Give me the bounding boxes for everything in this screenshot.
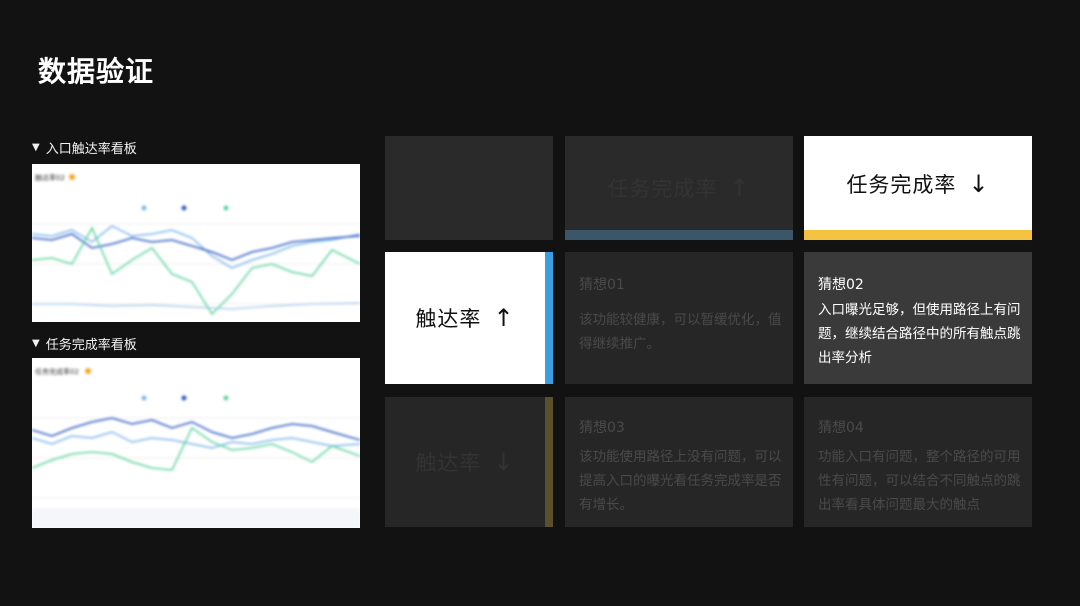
- card-reach-rate-faded: 触达率 ↓: [385, 397, 553, 527]
- legend-dot-1: [141, 395, 147, 401]
- task-chart: 任务完成率02: [32, 358, 360, 528]
- reach-chart-svg: 触达率02: [32, 173, 360, 316]
- caret-down-icon: ▼: [32, 338, 40, 349]
- legend-dot-3: [223, 395, 229, 401]
- chart-title: 任务完成率02: [35, 367, 79, 376]
- chart-badge-dot: [69, 174, 75, 180]
- arrow-up-icon: ↑: [493, 304, 515, 332]
- chart-badge-dot: [85, 368, 91, 374]
- card-guess-02[interactable]: 猜想02 入口曝光足够，但使用路径上有问题，继续结合路径中的所有触点跳出率分析: [804, 252, 1032, 384]
- series-line-3: [32, 426, 360, 471]
- arrow-down-icon: ↓: [493, 448, 515, 476]
- faded-metric-label: 任务完成率: [607, 177, 718, 201]
- x-axis-band: [32, 508, 360, 528]
- reach-rate-label: 触达率: [415, 307, 482, 331]
- task-chart-svg: 任务完成率02: [32, 367, 360, 528]
- chart-title: 触达率02: [35, 173, 65, 182]
- card-task-rate-faded: 任务完成率 ↑: [565, 136, 793, 240]
- card-empty-top-left: [385, 136, 553, 240]
- legend-dot-3: [223, 205, 229, 211]
- guess-title: 猜想02: [818, 277, 864, 293]
- accent-bar: [545, 252, 553, 384]
- guess-title: 猜想03: [579, 420, 625, 436]
- page-title: 数据验证: [38, 55, 155, 88]
- guess-title: 猜想01: [579, 277, 625, 293]
- guess-body: 该功能使用路径上没有问题，可以提高入口的曝光看任务完成率是否有增长。: [579, 449, 782, 513]
- board-label-reach[interactable]: ▼ 入口触达率看板: [32, 138, 137, 157]
- accent-bar: [565, 230, 793, 240]
- legend-dot-2: [181, 395, 187, 401]
- reach-chart: 触达率02: [32, 164, 360, 322]
- board-label-text: 入口触达率看板: [45, 142, 137, 157]
- card-guess-01[interactable]: 猜想01 该功能较健康，可以暂缓优化，值得继续推广。: [565, 252, 793, 384]
- accent-bar: [804, 230, 1032, 240]
- card-guess-03[interactable]: 猜想03 该功能使用路径上没有问题，可以提高入口的曝光看任务完成率是否有增长。: [565, 397, 793, 527]
- task-rate-label: 任务完成率: [846, 173, 957, 197]
- arrow-up-icon: ↑: [729, 174, 751, 202]
- card-reach-rate[interactable]: 触达率 ↑: [385, 252, 553, 384]
- series-line-2: [32, 431, 360, 449]
- board-label-task[interactable]: ▼ 任务完成率看板: [32, 334, 137, 353]
- guess-title: 猜想04: [818, 420, 864, 436]
- guess-body: 入口曝光足够，但使用路径上有问题，继续结合路径中的所有触点跳出率分析: [818, 302, 1021, 366]
- legend-dot-2: [181, 205, 187, 211]
- faded-metric-label: 触达率: [415, 451, 482, 475]
- legend-dot-1: [141, 205, 147, 211]
- card-guess-04[interactable]: 猜想04 功能入口有问题，整个路径的可用性有问题，可以结合不同触点的跳出率看具体…: [804, 397, 1032, 527]
- arrow-down-icon: ↓: [968, 170, 990, 198]
- board-label-text: 任务完成率看板: [45, 338, 137, 353]
- accent-bar: [545, 397, 553, 527]
- guess-body: 功能入口有问题，整个路径的可用性有问题，可以结合不同触点的跳出率看具体问题最大的…: [818, 449, 1021, 513]
- caret-down-icon: ▼: [32, 142, 40, 153]
- guess-body: 该功能较健康，可以暂缓优化，值得继续推广。: [579, 312, 782, 352]
- card-task-rate[interactable]: 任务完成率 ↓: [804, 136, 1032, 240]
